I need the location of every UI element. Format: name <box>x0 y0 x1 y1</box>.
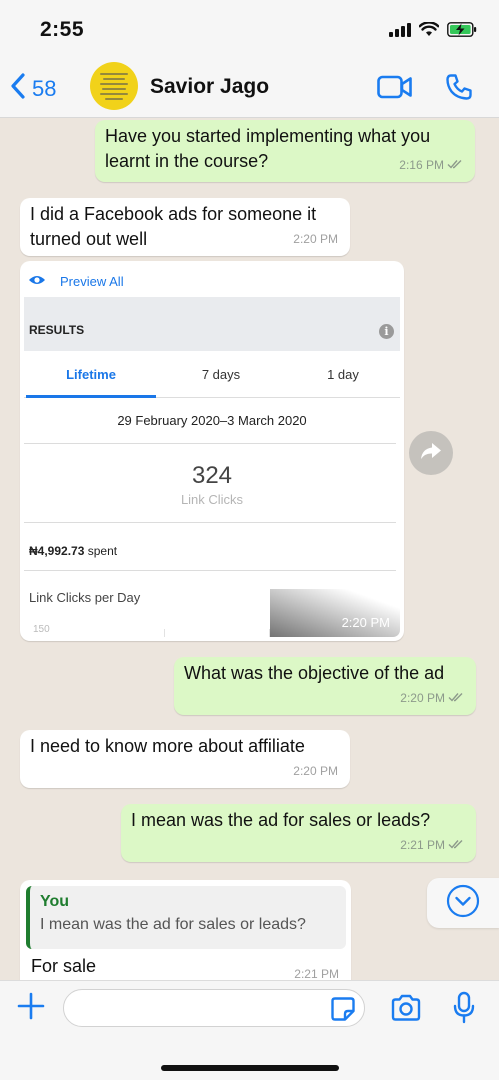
message-time: 2:20 PM <box>400 691 445 705</box>
message-time: 2:20 PM <box>293 232 338 246</box>
message-time: 2:16 PM <box>399 158 444 172</box>
double-check-icon <box>448 833 464 858</box>
message-meta: 2:20 PM <box>293 759 338 784</box>
message-outgoing[interactable]: I mean was the ad for sales or leads? 2:… <box>121 804 476 862</box>
message-text: I need to know more about affiliate <box>30 736 305 756</box>
eye-icon <box>28 274 46 289</box>
signal-icon <box>389 22 411 42</box>
status-icons <box>389 21 477 42</box>
message-meta: 2:21 PM <box>294 962 339 980</box>
double-check-icon <box>448 686 464 711</box>
quote-text: I mean was the ad for sales or leads? <box>40 916 306 933</box>
double-check-icon <box>447 153 463 178</box>
phone-icon[interactable] <box>444 72 474 107</box>
battery-charging-icon <box>447 22 477 42</box>
camera-icon[interactable] <box>390 994 422 1027</box>
scroll-down-button[interactable] <box>427 878 499 928</box>
fb-tabs: Lifetime 7 days 1 day <box>24 351 400 398</box>
date-range: 29 February 2020–3 March 2020 <box>117 413 307 428</box>
grid-tick <box>164 629 165 637</box>
message-input[interactable] <box>63 989 365 1027</box>
status-bar: 2:55 <box>0 0 499 58</box>
message-text: For sale <box>31 956 97 976</box>
composer <box>0 980 499 1080</box>
amount-spent: ₦4,992.73 spent <box>29 544 117 558</box>
forward-button[interactable] <box>409 431 453 475</box>
quote-author: You <box>40 893 70 910</box>
fb-tab-1-day: 1 day <box>327 367 359 382</box>
divider <box>24 570 396 571</box>
metric-value: 324 <box>191 462 233 489</box>
chart-title: Link Clicks per Day <box>29 590 141 605</box>
plus-icon[interactable] <box>16 991 46 1026</box>
avatar[interactable] <box>90 62 138 110</box>
status-time: 2:55 <box>40 18 85 41</box>
chart-axis-label: 150 <box>33 624 50 635</box>
message-meta: 2:21 PM <box>400 833 464 858</box>
results-bar: RESULTS i <box>24 297 400 351</box>
sticker-icon[interactable] <box>330 996 356 1027</box>
facebook-ads-screenshot: Preview All RESULTS i Lifetime 7 days 1 … <box>24 265 400 637</box>
message-image[interactable]: Preview All RESULTS i Lifetime 7 days 1 … <box>20 261 404 641</box>
message-meta: 2:20 PM <box>400 686 464 711</box>
wifi-icon <box>418 21 440 42</box>
results-label: RESULTS <box>29 323 85 337</box>
active-tab-indicator <box>26 395 156 398</box>
message-text: Have you started implementing what you l… <box>105 126 431 171</box>
message-meta: 2:20 PM <box>293 227 338 252</box>
preview-all-label: Preview All <box>60 273 124 289</box>
message-incoming[interactable]: I need to know more about affiliate 2:20… <box>20 730 350 788</box>
message-text: What was the objective of the ad <box>184 663 445 683</box>
message-text: I mean was the ad for sales or leads? <box>131 810 431 830</box>
info-icon: i <box>379 324 394 339</box>
message-incoming[interactable]: I did a Facebook ads for someone it turn… <box>20 198 350 256</box>
message-outgoing[interactable]: Have you started implementing what you l… <box>95 120 475 182</box>
chat-header: 58 Savior Jago <box>0 58 499 118</box>
divider <box>24 443 396 444</box>
back-button[interactable]: 58 <box>10 72 56 106</box>
message-incoming-reply[interactable]: You I mean was the ad for sales or leads… <box>20 880 351 980</box>
message-time: 2:20 PM <box>341 615 390 630</box>
message-time: 2:21 PM <box>294 967 339 980</box>
scroll-down-icon <box>446 884 480 923</box>
fb-tab-lifetime: Lifetime <box>66 367 116 382</box>
back-chevron-icon <box>10 72 26 106</box>
unread-count: 58 <box>32 76 57 101</box>
fb-tab-7-days: 7 days <box>201 367 241 382</box>
chat-area[interactable]: Have you started implementing what you l… <box>0 118 499 980</box>
message-text: I did a Facebook ads for someone it turn… <box>30 204 317 249</box>
spent-amount: ₦4,992.73 <box>29 544 85 558</box>
preview-row: Preview All <box>28 265 124 297</box>
video-call-icon[interactable] <box>377 74 413 105</box>
quoted-message[interactable]: You I mean was the ad for sales or leads… <box>26 886 346 949</box>
message-time: 2:20 PM <box>293 764 338 778</box>
metric-label: Link Clicks <box>180 492 244 507</box>
message-time: 2:21 PM <box>400 838 445 852</box>
spent-suffix: spent <box>84 544 118 558</box>
microphone-icon[interactable] <box>452 991 476 1030</box>
message-meta: 2:16 PM <box>399 153 463 178</box>
home-indicator[interactable] <box>161 1065 339 1071</box>
contact-name[interactable]: Savior Jago <box>150 75 269 99</box>
forward-icon <box>420 442 442 465</box>
divider <box>24 522 396 523</box>
message-outgoing[interactable]: What was the objective of the ad 2:20 PM <box>174 657 476 715</box>
